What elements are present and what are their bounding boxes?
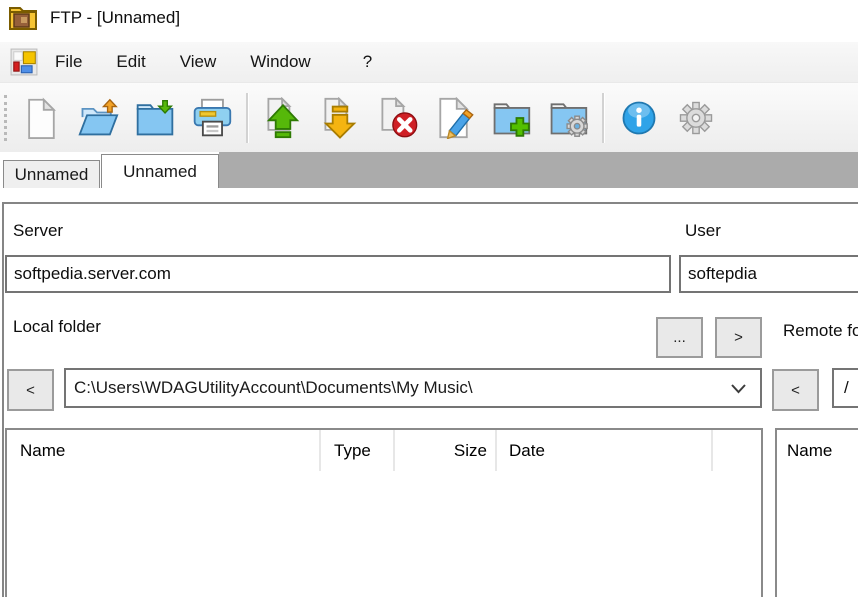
edit-button[interactable] xyxy=(431,93,477,143)
menu-file[interactable]: File xyxy=(38,42,99,82)
print-icon xyxy=(191,97,233,139)
ftp-app-window: FTP - [Unnamed] File Edit View Window ? xyxy=(0,0,858,597)
tab-label: Unnamed xyxy=(123,162,197,182)
remote-folder-label: Remote folder xyxy=(783,321,858,341)
local-file-list: Name Type Size Date xyxy=(5,428,763,597)
remote-list-header: Name xyxy=(777,430,858,471)
tab-strip: Unnamed Unnamed xyxy=(0,152,858,188)
chevron-down-icon xyxy=(730,383,760,394)
menu-view[interactable]: View xyxy=(163,42,234,82)
new-file-button[interactable] xyxy=(18,93,64,143)
menu-edit[interactable]: Edit xyxy=(99,42,162,82)
local-folder-label: Local folder xyxy=(13,317,101,337)
user-input[interactable] xyxy=(679,255,858,293)
browse-local-button[interactable]: ... xyxy=(656,317,703,358)
toolbar-separator xyxy=(602,93,605,143)
new-file-icon xyxy=(20,97,62,139)
save-folder-icon xyxy=(134,97,176,139)
remote-back-button[interactable]: < xyxy=(772,369,819,411)
add-folder-button[interactable] xyxy=(488,93,534,143)
column-header-size[interactable]: Size xyxy=(395,430,497,471)
menu-help[interactable]: ? xyxy=(346,42,389,82)
add-folder-icon xyxy=(490,97,532,139)
tab-unnamed-1[interactable]: Unnamed xyxy=(3,160,100,188)
toolbar-separator xyxy=(246,93,249,143)
cancel-icon xyxy=(376,97,418,139)
upload-icon xyxy=(262,97,304,139)
tab-unnamed-2[interactable]: Unnamed xyxy=(101,154,219,188)
upload-button[interactable] xyxy=(260,93,306,143)
save-to-folder-button[interactable] xyxy=(132,93,178,143)
column-header-name[interactable]: Name xyxy=(7,430,321,471)
menu-bar: File Edit View Window ? xyxy=(0,42,858,83)
toolbar xyxy=(0,83,858,153)
window-title: FTP - [Unnamed] xyxy=(50,8,180,28)
remote-file-list: Name xyxy=(775,428,858,597)
column-header-filler xyxy=(713,430,761,471)
settings-button[interactable] xyxy=(673,93,719,143)
user-label: User xyxy=(685,221,721,241)
download-icon xyxy=(319,97,361,139)
folder-settings-button[interactable] xyxy=(545,93,591,143)
edit-icon xyxy=(433,97,475,139)
tab-strip-filler xyxy=(219,152,858,188)
toolbar-grip[interactable] xyxy=(4,95,7,141)
open-folder-button[interactable] xyxy=(75,93,121,143)
tab-label: Unnamed xyxy=(15,165,89,185)
info-button[interactable] xyxy=(616,93,662,143)
server-label: Server xyxy=(13,221,63,241)
cancel-transfer-button[interactable] xyxy=(374,93,420,143)
local-path-value: C:\Users\WDAGUtilityAccount\Documents\My… xyxy=(74,378,730,398)
local-path-combobox[interactable]: C:\Users\WDAGUtilityAccount\Documents\My… xyxy=(64,368,762,408)
server-input[interactable] xyxy=(5,255,671,293)
info-icon xyxy=(618,97,660,139)
local-back-button[interactable]: < xyxy=(7,369,54,411)
column-header-type[interactable]: Type xyxy=(321,430,395,471)
print-button[interactable] xyxy=(189,93,235,143)
remote-path-input[interactable] xyxy=(832,368,858,408)
title-bar: FTP - [Unnamed] xyxy=(0,0,858,36)
mdi-child-icon[interactable] xyxy=(10,48,38,76)
settings-gear-icon xyxy=(675,97,717,139)
download-button[interactable] xyxy=(317,93,363,143)
column-header-remote-name[interactable]: Name xyxy=(777,430,832,471)
local-list-header: Name Type Size Date xyxy=(7,430,761,471)
folder-settings-icon xyxy=(547,97,589,139)
open-folder-icon xyxy=(77,97,119,139)
column-header-date[interactable]: Date xyxy=(497,430,713,471)
go-local-button[interactable]: > xyxy=(715,317,762,358)
menu-window[interactable]: Window xyxy=(233,42,327,82)
app-folder-icon[interactable] xyxy=(8,4,38,32)
